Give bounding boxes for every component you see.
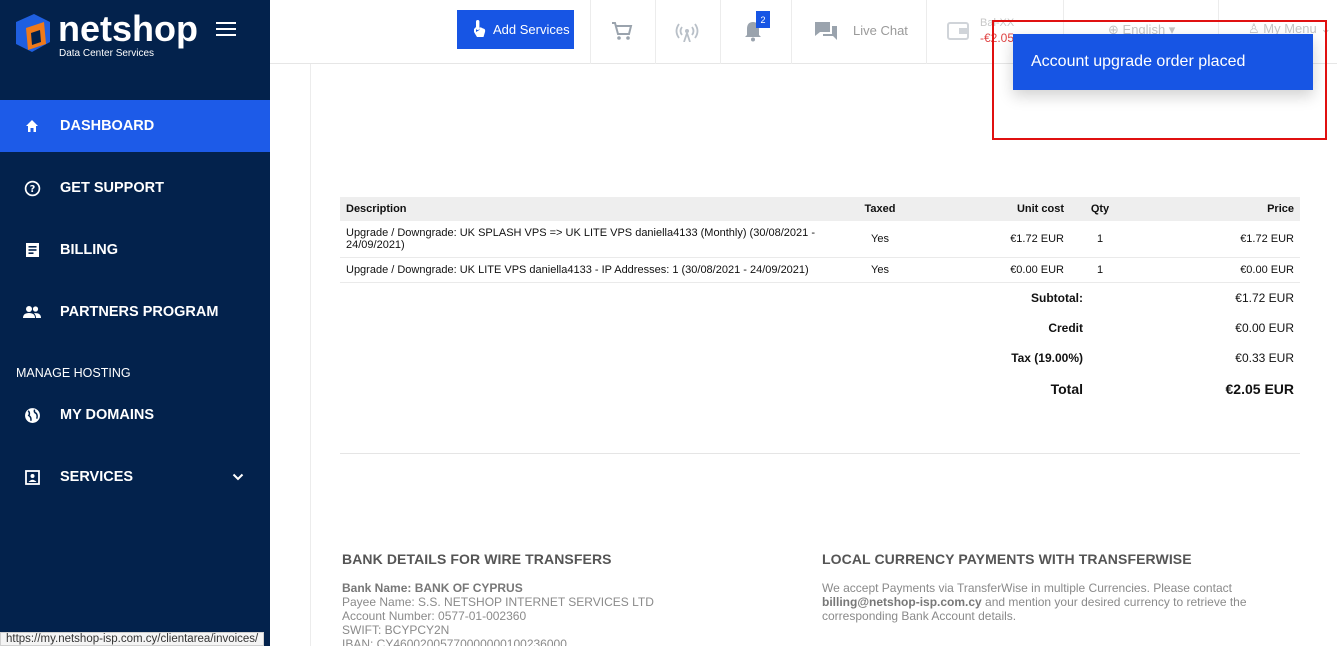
swift-code: SWIFT: BCYPCY2N: [342, 623, 450, 637]
credit-value: €0.00 EUR: [1235, 321, 1294, 335]
tax-label: Tax (19.00%): [1011, 351, 1083, 365]
brand-logo[interactable]: netshop Data Center Services: [12, 8, 212, 60]
sidebar-item-billing[interactable]: BILLING: [0, 224, 270, 276]
credit-label: Credit: [1048, 321, 1083, 335]
bank-details-title: BANK DETAILS FOR WIRE TRANSFERS: [342, 551, 612, 567]
table-row: Upgrade / Downgrade: UK LITE VPS daniell…: [340, 257, 1300, 283]
header-description: Description: [340, 197, 840, 221]
svg-text:?: ?: [29, 184, 35, 195]
account-number: Account Number: 0577-01-002360: [342, 609, 527, 623]
signal-tower-icon[interactable]: [674, 18, 700, 44]
sidebar-item-partners-program[interactable]: PARTNERS PROGRAM: [0, 286, 270, 338]
payee-name: Payee Name: S.S. NETSHOP INTERNET SERVIC…: [342, 595, 654, 609]
highlight-box: [992, 20, 1327, 140]
sidebar-item-label: BILLING: [60, 242, 118, 258]
globe-icon: [23, 406, 41, 424]
header-unit-cost: Unit cost: [920, 197, 1070, 221]
section-label-manage-hosting: MANAGE HOSTING: [16, 366, 131, 380]
home-icon: [23, 117, 41, 135]
table-header-row: Description Taxed Unit cost Qty Price: [340, 197, 1300, 221]
header-taxed: Taxed: [840, 197, 920, 221]
local-currency-section: LOCAL CURRENCY PAYMENTS WITH TRANSFERWIS…: [822, 552, 1262, 623]
people-icon: [23, 303, 41, 321]
sidebar-item-label: SERVICES: [60, 469, 134, 485]
bank-name: Bank Name: BANK OF CYPRUS: [342, 581, 523, 595]
bank-details-section: BANK DETAILS FOR WIRE TRANSFERS Bank Nam…: [342, 552, 654, 646]
account-box-icon: [23, 468, 41, 486]
billing-email-link[interactable]: billing@netshop-isp.com.cy: [822, 595, 982, 609]
touch-icon: [471, 18, 487, 41]
total-value: €2.05 EUR: [1225, 381, 1294, 397]
document-icon: [23, 241, 41, 259]
row-description: Upgrade / Downgrade: UK SPLASH VPS => UK…: [340, 221, 840, 258]
sidebar-item-get-support[interactable]: ? GET SUPPORT: [0, 162, 270, 214]
header-price: Price: [1130, 197, 1300, 221]
header-qty: Qty: [1070, 197, 1130, 221]
sidebar-item-my-domains[interactable]: MY DOMAINS: [0, 389, 270, 441]
row-unit-cost: €0.00 EUR: [920, 257, 1070, 283]
wallet-icon[interactable]: [945, 18, 971, 44]
sidebar-item-label: PARTNERS PROGRAM: [60, 304, 219, 320]
notification-count-badge: 2: [756, 11, 770, 28]
row-taxed: Yes: [840, 221, 920, 258]
help-circle-icon: ?: [23, 179, 41, 197]
iban: IBAN: CY46002005770000000100236000: [342, 637, 567, 646]
chevron-down-icon[interactable]: [232, 469, 244, 485]
sidebar-item-dashboard[interactable]: DASHBOARD: [0, 100, 270, 152]
row-qty: 1: [1070, 221, 1130, 258]
row-taxed: Yes: [840, 257, 920, 283]
row-description: Upgrade / Downgrade: UK LITE VPS daniell…: [340, 257, 840, 283]
sidebar-item-label: DASHBOARD: [60, 118, 155, 134]
row-qty: 1: [1070, 257, 1130, 283]
subtotal-value: €1.72 EUR: [1235, 291, 1294, 305]
total-label: Total: [1050, 381, 1083, 397]
live-chat-link[interactable]: Live Chat: [853, 23, 908, 38]
local-currency-title: LOCAL CURRENCY PAYMENTS WITH TRANSFERWIS…: [822, 551, 1192, 567]
status-bar-url: https://my.netshop-isp.com.cy/clientarea…: [0, 632, 265, 646]
brand-tagline: Data Center Services: [59, 48, 155, 59]
subtotal-label: Subtotal:: [1031, 291, 1083, 305]
add-services-button[interactable]: Add Services: [457, 10, 574, 49]
table-row: Upgrade / Downgrade: UK SPLASH VPS => UK…: [340, 221, 1300, 258]
cube-logo-icon: [16, 14, 50, 52]
hamburger-menu-icon[interactable]: [216, 22, 236, 38]
row-unit-cost: €1.72 EUR: [920, 221, 1070, 258]
sidebar: netshop Data Center Services DASHBOARD ?…: [0, 0, 270, 646]
invoice-items-table: Description Taxed Unit cost Qty Price Up…: [340, 197, 1300, 283]
sidebar-item-services[interactable]: SERVICES: [0, 451, 270, 503]
row-price: €0.00 EUR: [1130, 257, 1300, 283]
cart-icon[interactable]: [609, 18, 635, 44]
row-price: €1.72 EUR: [1130, 221, 1300, 258]
tax-value: €0.33 EUR: [1235, 351, 1294, 365]
brand-name: netshop: [58, 8, 198, 49]
chat-icon[interactable]: [813, 18, 839, 44]
sidebar-item-label: MY DOMAINS: [60, 407, 154, 423]
sidebar-item-label: GET SUPPORT: [60, 180, 164, 196]
